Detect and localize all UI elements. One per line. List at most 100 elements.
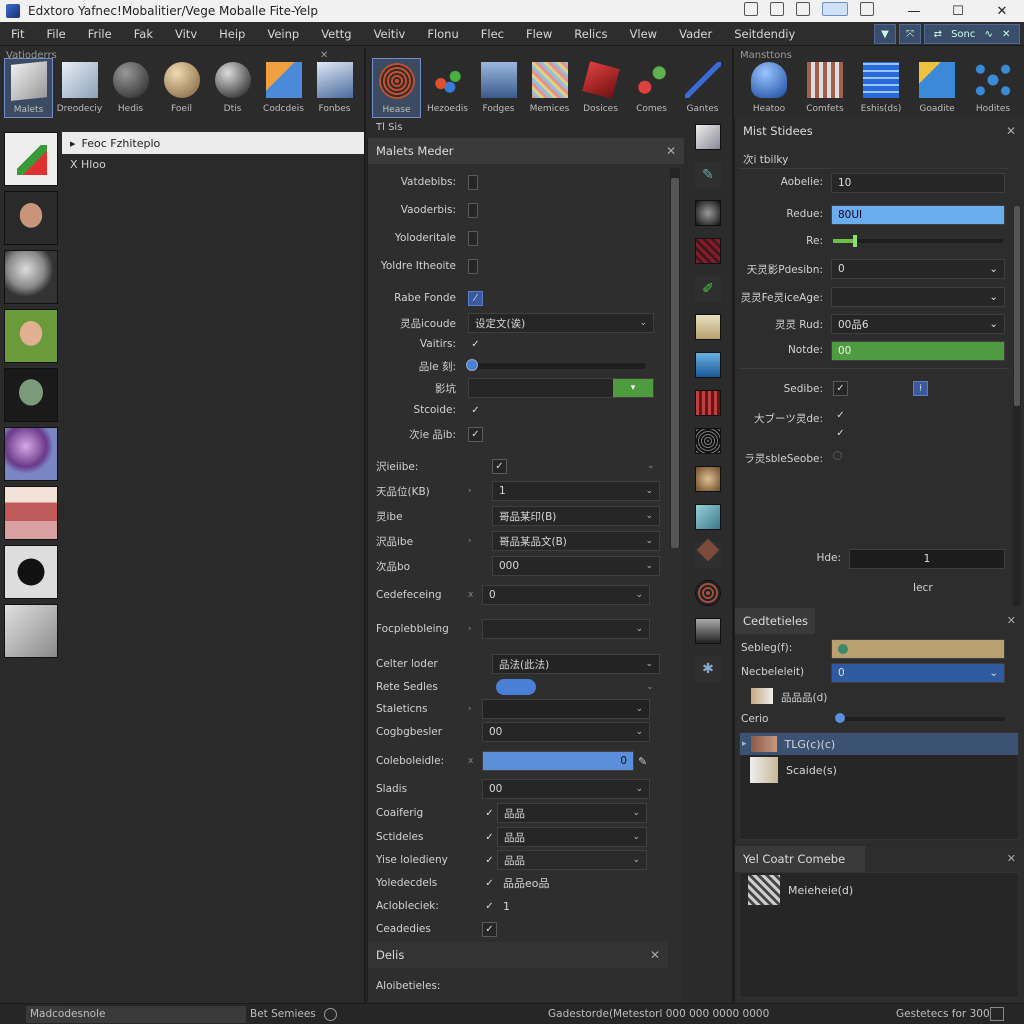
panel-tab[interactable]: Mist Stidees ✕: [735, 118, 1024, 144]
menu-item[interactable]: Vitv: [164, 27, 208, 41]
texture-icon[interactable]: [695, 200, 721, 226]
number-field[interactable]: 10: [831, 173, 1005, 193]
close-icon[interactable]: ✕: [1007, 614, 1016, 627]
checkbox[interactable]: ✓: [482, 830, 497, 845]
dropdown[interactable]: ⌄: [831, 287, 1005, 307]
shelf-tile[interactable]: Heatoo: [742, 58, 796, 118]
texture-icon[interactable]: [695, 390, 721, 416]
checkbox[interactable]: [468, 202, 478, 218]
dropdown[interactable]: 0 ⌄: [482, 585, 650, 605]
metal-icon[interactable]: [695, 124, 721, 150]
copy-icon[interactable]: [770, 2, 784, 16]
dropdown[interactable]: 设定文(诶) ⌄: [468, 313, 654, 333]
shelf-tile[interactable]: Dosices: [576, 58, 625, 118]
shelf-tile[interactable]: Fonbes: [310, 58, 359, 118]
checkbox[interactable]: ✓: [468, 403, 483, 418]
menu-item[interactable]: Flec: [470, 27, 515, 41]
shelf-tile[interactable]: Dtis: [208, 58, 257, 118]
dropdown[interactable]: 品法(此法) ⌄: [492, 654, 660, 674]
noise-icon[interactable]: [695, 428, 721, 454]
menu-item[interactable]: Vader: [668, 27, 723, 41]
panel-tab[interactable]: Cedtetieles: [735, 608, 815, 634]
swatch-portrait[interactable]: [4, 191, 58, 245]
document-icon[interactable]: [695, 314, 721, 340]
shelf-tile[interactable]: Malets: [4, 58, 53, 118]
shelf-tile[interactable]: Fodges: [474, 58, 523, 118]
landscape-icon[interactable]: [695, 618, 721, 644]
dropdown[interactable]: 品品 ⌄: [497, 827, 647, 847]
help-icon[interactable]: [323, 1007, 337, 1021]
checkbox[interactable]: [468, 230, 478, 246]
checkbox[interactable]: ✓: [492, 458, 507, 474]
close-button[interactable]: ✕: [980, 0, 1024, 22]
checkbox[interactable]: ✓: [833, 408, 848, 423]
monitor-icon[interactable]: [744, 2, 758, 16]
checkbox[interactable]: ✓: [468, 337, 483, 352]
slider[interactable]: [466, 359, 646, 371]
spiral-icon[interactable]: [695, 580, 721, 606]
list-item[interactable]: Meieheie(d): [740, 875, 1018, 905]
close-icon[interactable]: ✕: [666, 144, 676, 158]
dropdown[interactable]: ⌄: [482, 619, 650, 639]
color-field[interactable]: 00: [831, 341, 1005, 361]
pin-icon[interactable]: ✐: [695, 276, 721, 302]
texture-icon[interactable]: [695, 238, 721, 264]
save-icon[interactable]: [860, 2, 874, 16]
shelf-tile[interactable]: Memices: [525, 58, 574, 118]
outliner-row[interactable]: ▸ Feoc Fzhiteplo: [62, 132, 364, 154]
swatch-sphere[interactable]: [4, 427, 58, 481]
slider-knob[interactable]: [853, 235, 857, 247]
menu-item[interactable]: Flonu: [416, 27, 469, 41]
checkbox[interactable]: ✓: [468, 426, 483, 442]
swatch-panel[interactable]: [4, 604, 58, 658]
swatch-gradient[interactable]: [4, 486, 58, 540]
menu-item[interactable]: Vettg: [310, 27, 362, 41]
outliner-row[interactable]: X Hloo: [62, 154, 364, 174]
shelf-tile[interactable]: Comes: [627, 58, 676, 118]
number-field[interactable]: 1: [849, 549, 1005, 569]
dropdown[interactable]: 哥品某印(B) ⌄: [492, 506, 660, 526]
brush-icon[interactable]: ✎: [695, 162, 721, 188]
checkbox[interactable]: ✓: [833, 426, 848, 441]
scrollbar-thumb[interactable]: [1014, 206, 1020, 406]
swatch-portrait[interactable]: [4, 309, 58, 363]
dropdown[interactable]: 品品 ⌄: [497, 850, 647, 870]
close-icon[interactable]: ✕: [1006, 124, 1016, 138]
settings-icon[interactable]: [796, 2, 810, 16]
panel-tab[interactable]: Malets Meder ✕: [368, 138, 684, 164]
dropdown[interactable]: 品品 ⌄: [497, 803, 647, 823]
dropdown[interactable]: 00 ⌄: [482, 779, 650, 799]
water-icon[interactable]: [695, 352, 721, 378]
dropdown[interactable]: 00品6 ⌄: [831, 314, 1005, 334]
list-item[interactable]: ▸ TLG(c)(c): [740, 733, 1018, 755]
shelf-tile[interactable]: Comfets: [798, 58, 852, 118]
swatch-creature[interactable]: [4, 368, 58, 422]
checkbox[interactable]: ✓: [482, 806, 497, 821]
eyedropper-icon[interactable]: ✎: [638, 755, 647, 768]
menu-item[interactable]: Flew: [515, 27, 563, 41]
checkbox[interactable]: [468, 258, 478, 274]
color-field[interactable]: 0: [482, 751, 634, 771]
menu-item[interactable]: Relics: [563, 27, 618, 41]
checkbox[interactable]: ✓: [482, 853, 497, 868]
swatch-vector[interactable]: [4, 132, 58, 186]
shelf-tile[interactable]: Dreodeciy: [55, 58, 104, 118]
snap-icon[interactable]: ⤧: [899, 24, 921, 44]
dropdown[interactable]: 0 ⌄: [831, 663, 1005, 683]
minimize-button[interactable]: —: [892, 0, 936, 22]
cube-icon[interactable]: [695, 538, 721, 568]
menu-item[interactable]: File: [35, 27, 76, 41]
menu-item[interactable]: Seitdendiy: [723, 27, 806, 41]
shelf-tile[interactable]: Eshis(ds): [854, 58, 908, 118]
checkbox[interactable]: ✓: [833, 381, 848, 396]
close-icon[interactable]: ✕: [1007, 852, 1016, 865]
maximize-button[interactable]: ☐: [936, 0, 980, 22]
checkbox[interactable]: ✓: [482, 921, 497, 937]
chevron-down-icon[interactable]: ▼: [874, 24, 896, 44]
radio-button[interactable]: [833, 451, 842, 460]
shelf-tile[interactable]: Goadite: [910, 58, 964, 118]
shelf-tile[interactable]: Gantes: [678, 58, 727, 118]
color-field[interactable]: 80UI: [831, 205, 1005, 225]
menu-item[interactable]: Fak: [123, 27, 164, 41]
close-icon[interactable]: ✕: [650, 948, 660, 962]
